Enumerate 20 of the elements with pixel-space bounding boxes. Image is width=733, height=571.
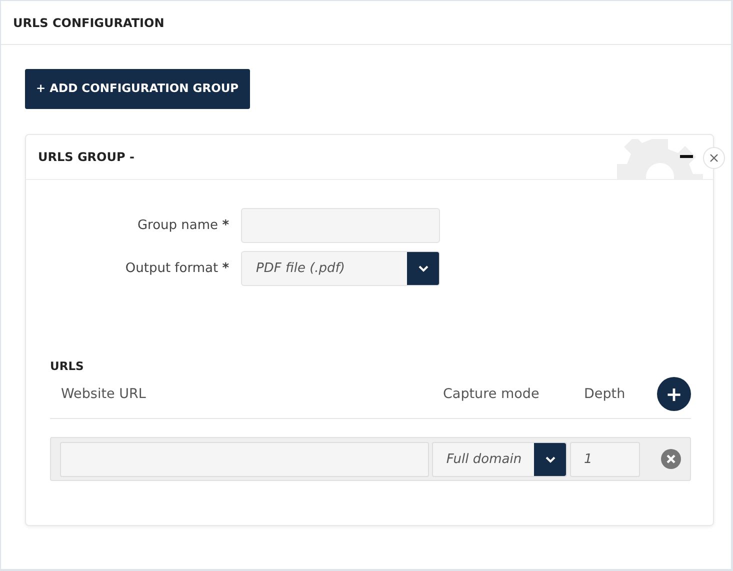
section-title: URLS <box>50 358 85 375</box>
capture-mode-select[interactable]: Full domain <box>432 442 567 477</box>
collapse-icon[interactable] <box>680 155 693 159</box>
column-header: Depth <box>584 384 626 404</box>
group-title: URLS GROUP - <box>38 149 134 166</box>
column-header: Capture mode <box>443 384 540 404</box>
dropdown-icon <box>534 442 566 476</box>
remove-icon[interactable] <box>661 449 681 470</box>
field-label: Group name * <box>136 216 230 235</box>
dropdown-icon <box>407 252 439 285</box>
add-url-button[interactable]: + <box>657 376 691 411</box>
url-field[interactable] <box>60 442 430 477</box>
depth-field[interactable]: 1 <box>570 442 640 477</box>
close-icon[interactable] <box>703 147 725 169</box>
select-field[interactable]: PDF file (.pdf) <box>241 251 440 286</box>
panel-title: URLS CONFIGURATION <box>13 14 164 32</box>
column-header: Website URL <box>60 384 147 404</box>
field-label: Output format * <box>124 260 230 278</box>
text-field[interactable] <box>241 208 440 243</box>
add-group-button[interactable]: + ADD CONFIGURATION GROUP <box>25 69 250 109</box>
